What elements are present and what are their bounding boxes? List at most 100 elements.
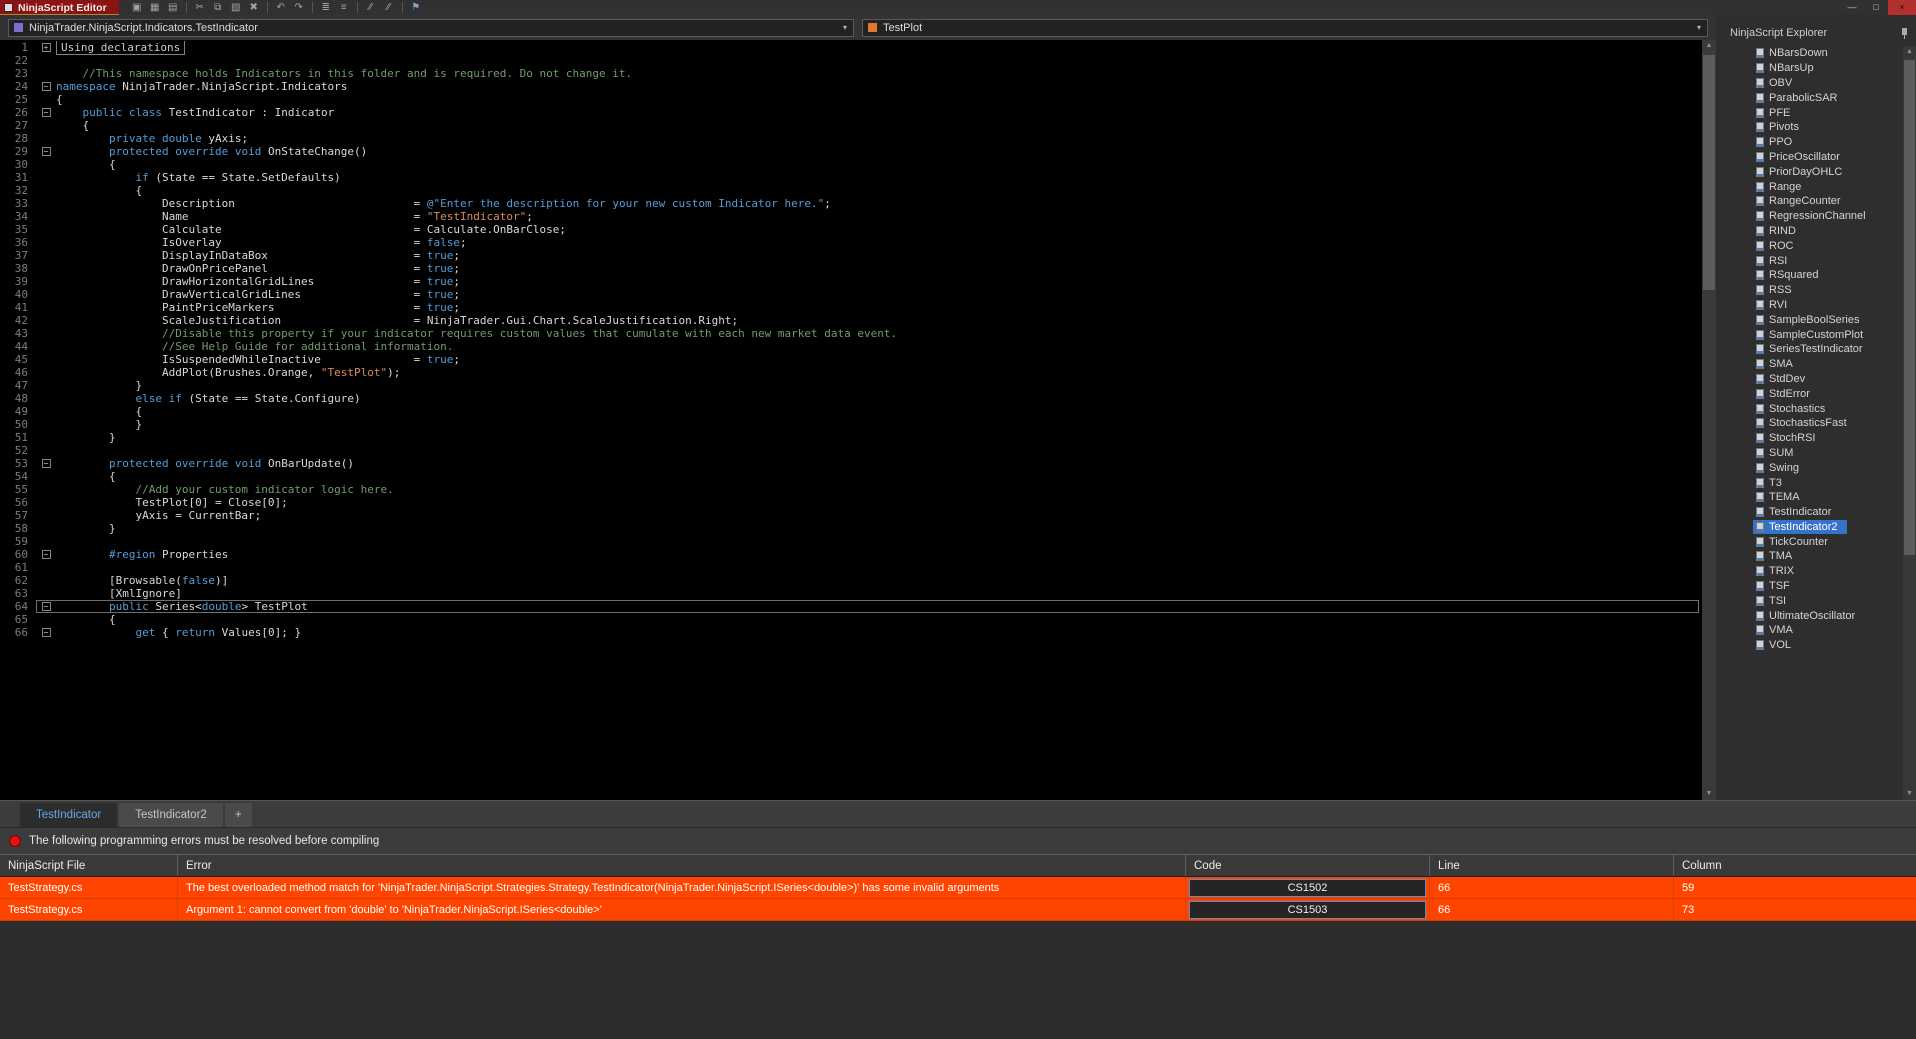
collapse-region-icon[interactable]: − xyxy=(41,550,51,559)
format-document-icon[interactable]: ≣ xyxy=(318,1,334,14)
explorer-item-parabolicsar[interactable]: ParabolicSAR xyxy=(1753,90,1847,105)
explorer-item-nbarsup[interactable]: NBarsUp xyxy=(1753,61,1824,76)
tab-testindicator[interactable]: TestIndicator xyxy=(20,803,118,827)
explorer-item-nbarsdown[interactable]: NBarsDown xyxy=(1753,46,1838,61)
code-line[interactable]: 34 Name = "TestIndicator"; xyxy=(0,210,1702,223)
code-line[interactable]: 33 Description = @"Enter the description… xyxy=(0,197,1702,210)
scroll-up-icon[interactable]: ▲ xyxy=(1903,46,1916,58)
code-line[interactable]: 64 − public Series<double> TestPlot xyxy=(0,600,1702,613)
editor-scrollbar[interactable]: ▲ ▼ xyxy=(1702,40,1716,800)
explorer-item-seriestestindicator[interactable]: SeriesTestIndicator xyxy=(1753,342,1873,357)
editor-scrollbar-thumb[interactable] xyxy=(1703,55,1715,290)
code-line[interactable]: 25 { xyxy=(0,93,1702,106)
explorer-item-sma[interactable]: SMA xyxy=(1753,357,1803,372)
code-line[interactable]: 24 − namespace NinjaTrader.NinjaScript.Ind… xyxy=(0,80,1702,93)
code-line[interactable]: 41 PaintPriceMarkers = true; xyxy=(0,301,1702,314)
code-line[interactable]: 45 IsSuspendedWhileInactive = true; xyxy=(0,353,1702,366)
code-line[interactable]: 63 [XmlIgnore] xyxy=(0,587,1702,600)
code-line[interactable]: 50 } xyxy=(0,418,1702,431)
comment-selection-icon[interactable]: ∕∕ xyxy=(363,1,379,14)
collapse-region-icon[interactable]: − xyxy=(41,628,51,637)
code-line[interactable]: 26 − public class TestIndicator : Indicat… xyxy=(0,106,1702,119)
code-line[interactable]: 58 } xyxy=(0,522,1702,535)
code-line[interactable]: 55 //Add your custom indicator logic her… xyxy=(0,483,1702,496)
code-line[interactable]: 59 xyxy=(0,535,1702,548)
code-line[interactable]: 44 //See Help Guide for additional infor… xyxy=(0,340,1702,353)
column-header-ninjascript-file[interactable]: NinjaScript File xyxy=(0,855,178,876)
code-line[interactable]: 61 xyxy=(0,561,1702,574)
uncomment-selection-icon[interactable]: ∕∕ xyxy=(381,1,397,14)
explorer-item-tsf[interactable]: TSF xyxy=(1753,579,1800,594)
column-header-error[interactable]: Error xyxy=(178,855,1186,876)
minimize-button[interactable]: — xyxy=(1840,0,1864,15)
explorer-scrollbar[interactable]: ▲ ▼ xyxy=(1903,46,1916,800)
print-icon[interactable]: ▤ xyxy=(165,1,181,14)
explorer-item-rind[interactable]: RIND xyxy=(1753,224,1806,239)
explorer-item-regressionchannel[interactable]: RegressionChannel xyxy=(1753,209,1876,224)
column-header-line[interactable]: Line xyxy=(1430,855,1674,876)
type-selector-dropdown[interactable]: NinjaTrader.NinjaScript.Indicators.TestI… xyxy=(8,18,854,37)
member-selector-dropdown[interactable]: TestPlot ▾ xyxy=(862,18,1708,37)
code-line[interactable]: 29 − protected override void OnStateChang… xyxy=(0,145,1702,158)
error-row[interactable]: TestStrategy.cs The best overloaded metho… xyxy=(0,877,1916,899)
pin-icon[interactable] xyxy=(1900,27,1909,40)
code-line[interactable]: 27 { xyxy=(0,119,1702,132)
explorer-item-stochrsi[interactable]: StochRSI xyxy=(1753,431,1825,446)
explorer-item-t3[interactable]: T3 xyxy=(1753,475,1792,490)
expand-region-icon[interactable]: + xyxy=(41,43,51,52)
code-line[interactable]: 46 AddPlot(Brushes.Orange, "TestPlot"); xyxy=(0,366,1702,379)
explorer-item-tma[interactable]: TMA xyxy=(1753,549,1802,564)
code-line[interactable]: 60 − #region Properties xyxy=(0,548,1702,561)
explorer-item-roc[interactable]: ROC xyxy=(1753,238,1803,253)
code-line[interactable]: 32 { xyxy=(0,184,1702,197)
scroll-down-icon[interactable]: ▼ xyxy=(1702,788,1716,800)
explorer-item-range[interactable]: Range xyxy=(1753,179,1811,194)
code-line[interactable]: 30 { xyxy=(0,158,1702,171)
code-line[interactable]: 35 Calculate = Calculate.OnBarClose; xyxy=(0,223,1702,236)
code-line[interactable]: 53 − protected override void OnBarUpdate(… xyxy=(0,457,1702,470)
column-header-code[interactable]: Code xyxy=(1186,855,1430,876)
code-line[interactable]: 28 private double yAxis; xyxy=(0,132,1702,145)
explorer-item-priceoscillator[interactable]: PriceOscillator xyxy=(1753,150,1850,165)
explorer-item-rangecounter[interactable]: RangeCounter xyxy=(1753,194,1851,209)
explorer-item-samplecustomplot[interactable]: SampleCustomPlot xyxy=(1753,327,1873,342)
explorer-item-tema[interactable]: TEMA xyxy=(1753,490,1810,505)
code-line[interactable]: 40 DrawVerticalGridLines = true; xyxy=(0,288,1702,301)
save-all-icon[interactable]: ▦ xyxy=(147,1,163,14)
code-line[interactable]: 57 yAxis = CurrentBar; xyxy=(0,509,1702,522)
code-line[interactable]: 47 } xyxy=(0,379,1702,392)
explorer-item-rss[interactable]: RSS xyxy=(1753,283,1802,298)
code-line[interactable]: 48 else if (State == State.Configure) xyxy=(0,392,1702,405)
undo-icon[interactable]: ↶ xyxy=(273,1,289,14)
tab-testindicator2[interactable]: TestIndicator2 xyxy=(119,803,223,827)
code-line[interactable]: 38 DrawOnPricePanel = true; xyxy=(0,262,1702,275)
explorer-item-sampleboolseries[interactable]: SampleBoolSeries xyxy=(1753,312,1870,327)
cut-icon[interactable]: ✂ xyxy=(192,1,208,14)
code-line[interactable]: 51 } xyxy=(0,431,1702,444)
indent-icon[interactable]: ≡ xyxy=(336,1,352,14)
code-line[interactable]: 52 xyxy=(0,444,1702,457)
save-icon[interactable]: ▣ xyxy=(129,1,145,14)
explorer-item-rsi[interactable]: RSI xyxy=(1753,253,1797,268)
compile-icon[interactable]: ⚑ xyxy=(408,1,424,14)
column-header-column[interactable]: Column xyxy=(1674,855,1916,876)
code-line[interactable]: 62 [Browsable(false)] xyxy=(0,574,1702,587)
code-line[interactable]: 49 { xyxy=(0,405,1702,418)
explorer-item-tsi[interactable]: TSI xyxy=(1753,593,1796,608)
explorer-item-sum[interactable]: SUM xyxy=(1753,446,1803,461)
explorer-item-stddev[interactable]: StdDev xyxy=(1753,372,1815,387)
explorer-item-testindicator2[interactable]: TestIndicator2 xyxy=(1753,519,1848,535)
explorer-item-trix[interactable]: TRIX xyxy=(1753,564,1804,579)
explorer-item-ppo[interactable]: PPO xyxy=(1753,135,1802,150)
code-line[interactable]: 56 TestPlot[0] = Close[0]; xyxy=(0,496,1702,509)
copy-icon[interactable]: ⧉ xyxy=(210,1,226,14)
collapse-region-icon[interactable]: − xyxy=(41,459,51,468)
explorer-item-pivots[interactable]: Pivots xyxy=(1753,120,1809,135)
explorer-item-ultimateoscillator[interactable]: UltimateOscillator xyxy=(1753,608,1865,623)
code-line[interactable]: 37 DisplayInDataBox = true; xyxy=(0,249,1702,262)
explorer-item-stochastics[interactable]: Stochastics xyxy=(1753,401,1835,416)
code-line[interactable]: 1 + Using declarations xyxy=(0,41,1702,55)
redo-icon[interactable]: ↷ xyxy=(291,1,307,14)
explorer-item-rvi[interactable]: RVI xyxy=(1753,298,1797,313)
explorer-item-vma[interactable]: VMA xyxy=(1753,623,1803,638)
